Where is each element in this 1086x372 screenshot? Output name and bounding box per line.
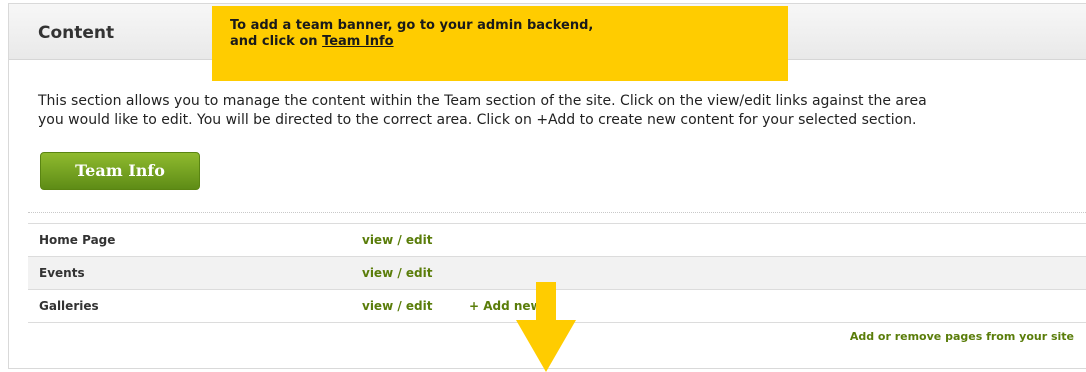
callout-line-1: To add a team banner, go to your admin b…: [230, 18, 594, 33]
panel-title: Content: [38, 23, 115, 43]
table-row-home-page: Home Page view / edit: [28, 224, 1086, 257]
page-name: Home Page: [39, 233, 116, 247]
intro-line-1: This section allows you to manage the co…: [38, 93, 927, 109]
instruction-callout: To add a team banner, go to your admin b…: [212, 6, 788, 81]
view-edit-link[interactable]: view / edit: [362, 224, 432, 257]
callout-team-info-link[interactable]: Team Info: [322, 34, 393, 49]
page-name: Events: [39, 266, 85, 280]
intro-line-2: you would like to edit. You will be dire…: [38, 112, 917, 128]
view-edit-link[interactable]: view / edit: [362, 257, 432, 290]
callout-line-2-prefix: and click on: [230, 34, 323, 49]
page-name: Galleries: [39, 299, 99, 313]
down-arrow-icon: [516, 282, 576, 372]
intro-text: This section allows you to manage the co…: [38, 92, 1078, 130]
table-spacer: [28, 213, 1086, 224]
team-info-button[interactable]: Team Info: [40, 152, 200, 190]
callout-line-2: and click on Team Info: [230, 34, 788, 50]
view-edit-link[interactable]: view / edit: [362, 290, 432, 323]
add-remove-pages-link[interactable]: Add or remove pages from your site: [850, 330, 1074, 343]
